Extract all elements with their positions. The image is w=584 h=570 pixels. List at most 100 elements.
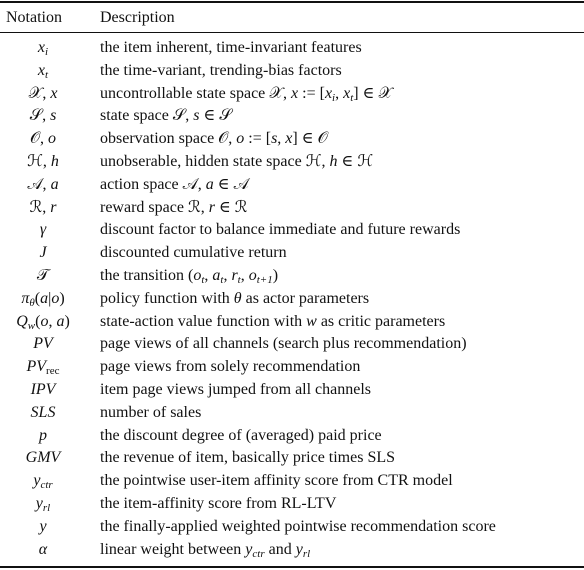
table-row: 𝒜, a action space 𝒜, a ∈ 𝒜: [0, 174, 584, 197]
notation-segment: p: [39, 426, 47, 444]
description-cell: discounted cumulative return: [100, 242, 287, 265]
table-row: πθ(a|o) policy function with θ as actor p…: [0, 288, 584, 311]
notation-segment: t: [45, 68, 49, 81]
top-rule: [0, 1, 584, 3]
notation-segment: ): [64, 312, 70, 330]
table-row: xi the item inherent, time-invariant feat…: [0, 37, 584, 60]
description-cell: discount factor to balance immediate and…: [100, 219, 460, 242]
notation-segment: s: [50, 107, 57, 125]
notation-cell: 𝒯: [0, 265, 86, 288]
notation-cell: 𝒳, x: [0, 83, 86, 106]
notation-segment: α: [38, 540, 48, 558]
description-cell: item page views jumped from all channels: [100, 379, 371, 402]
notation-segment: Q: [16, 312, 28, 330]
notation-segment: PV: [26, 358, 47, 376]
description-cell: the discount degree of (averaged) paid p…: [100, 425, 382, 448]
notation-cell: γ: [0, 219, 86, 242]
table-row: IPV item page views jumped from all chann…: [0, 379, 584, 402]
notation-segment: 𝒳,: [28, 84, 51, 102]
notation-segment: x: [50, 84, 58, 102]
notation-segment: r: [50, 198, 57, 216]
notation-segment: 𝒜,: [27, 175, 51, 193]
description-segment: the item-affinity score from RL-LTV: [100, 494, 337, 512]
notation-cell: α: [0, 539, 86, 562]
notation-segment: rec: [46, 365, 60, 378]
description-cell: unobserable, hidden state space ℋ, h ∈ ℋ: [100, 151, 373, 174]
description-segment: the pointwise user-item affinity score f…: [100, 472, 453, 490]
description-segment: := [: [298, 84, 325, 102]
description-segment: ): [272, 266, 279, 284]
table-row: 𝒳, x uncontrollable state space 𝒳, x := […: [0, 83, 584, 106]
header-description: Description: [100, 9, 175, 26]
notation-segment: rl: [42, 501, 51, 514]
notation-segment: a: [50, 175, 59, 193]
notation-segment: 𝒮,: [29, 107, 51, 125]
notation-segment: h: [50, 152, 59, 170]
description-segment: state space 𝒮,: [100, 107, 194, 125]
description-segment: ,: [335, 84, 344, 102]
description-segment: linear weight between: [100, 540, 246, 558]
notation-segment: x: [37, 61, 46, 79]
description-segment: ∈ ℋ: [337, 152, 374, 170]
notation-cell: SLS: [0, 402, 86, 425]
description-segment: x: [324, 84, 333, 102]
description-cell: number of sales: [100, 402, 201, 425]
notation-segment: a: [40, 289, 49, 307]
description-segment: o: [248, 266, 257, 284]
table-row: PVrec page views from solely recommendati…: [0, 356, 584, 379]
notation-cell: 𝒪, o: [0, 128, 86, 151]
description-cell: observation space 𝒪, o := [s, x] ∈ 𝒪: [100, 128, 328, 151]
description-segment: ] ∈ 𝒳: [353, 84, 393, 102]
description-segment: observation space 𝒪,: [100, 130, 237, 148]
description-segment: page views from solely recommendation: [100, 358, 361, 376]
description-segment: ∈ 𝒜: [213, 175, 249, 193]
description-segment: and: [264, 540, 296, 558]
notation-cell: p: [0, 425, 86, 448]
notation-segment: i: [45, 46, 49, 58]
description-segment: unobserable, hidden state space ℋ,: [100, 152, 330, 170]
notation-segment: ℛ,: [29, 198, 51, 216]
notation-cell: 𝒜, a: [0, 174, 86, 197]
table-row: y the finally-applied weighted pointwise …: [0, 516, 584, 539]
description-cell: state-action value function with w as cr…: [100, 311, 445, 334]
notation-cell: ℛ, r: [0, 197, 86, 220]
table-row: PV page views of all channels (search plu…: [0, 333, 584, 356]
notation-segment: SLS: [30, 403, 56, 421]
description-segment: number of sales: [100, 403, 202, 421]
description-segment: the discount degree of (averaged) paid p…: [100, 426, 382, 444]
description-segment: uncontrollable state space 𝒳,: [100, 84, 292, 102]
table-row: p the discount degree of (averaged) paid …: [0, 425, 584, 448]
description-segment: action space 𝒜,: [100, 175, 206, 193]
table-row: yrl the item-affinity score from RL-LTV: [0, 493, 584, 516]
description-segment: rl: [302, 547, 311, 560]
description-segment: ctr: [252, 547, 265, 560]
description-segment: discounted cumulative return: [100, 244, 287, 262]
table-row: γ discount factor to balance immediate an…: [0, 219, 584, 242]
description-segment: ∈ ℛ: [214, 198, 248, 216]
description-segment: ,: [240, 266, 249, 284]
notation-segment: y: [39, 517, 47, 535]
description-segment: page views of all channels (search plus …: [100, 335, 467, 353]
description-segment: := [: [244, 130, 272, 148]
notation-segment: ctr: [40, 479, 53, 492]
notation-segment: 𝒪,: [29, 130, 49, 148]
notation-cell: 𝒮, s: [0, 105, 86, 128]
description-segment: discount factor to balance immediate and…: [100, 221, 461, 239]
notation-cell: ℋ, h: [0, 151, 86, 174]
description-cell: the item inherent, time-invariant featur…: [100, 37, 362, 60]
notation-cell: PV: [0, 333, 86, 356]
description-segment: the item inherent, time-invariant featur…: [100, 39, 362, 56]
description-cell: linear weight between yctr and yrl: [100, 539, 310, 566]
description-segment: policy function with: [100, 289, 234, 307]
description-cell: the time-variant, trending-bias factors: [100, 60, 342, 83]
description-segment: t+1: [256, 273, 273, 286]
notation-cell: GMV: [0, 447, 86, 470]
description-cell: page views of all channels (search plus …: [100, 333, 467, 356]
table-row: yctr the pointwise user-item affinity sco…: [0, 470, 584, 493]
notation-segment: y: [35, 494, 43, 512]
notation-segment: x: [37, 39, 46, 56]
description-segment: state-action value function with: [100, 312, 307, 330]
description-segment: reward space ℛ,: [100, 198, 209, 216]
description-segment: h: [329, 152, 338, 170]
bottom-rule: [0, 566, 584, 568]
